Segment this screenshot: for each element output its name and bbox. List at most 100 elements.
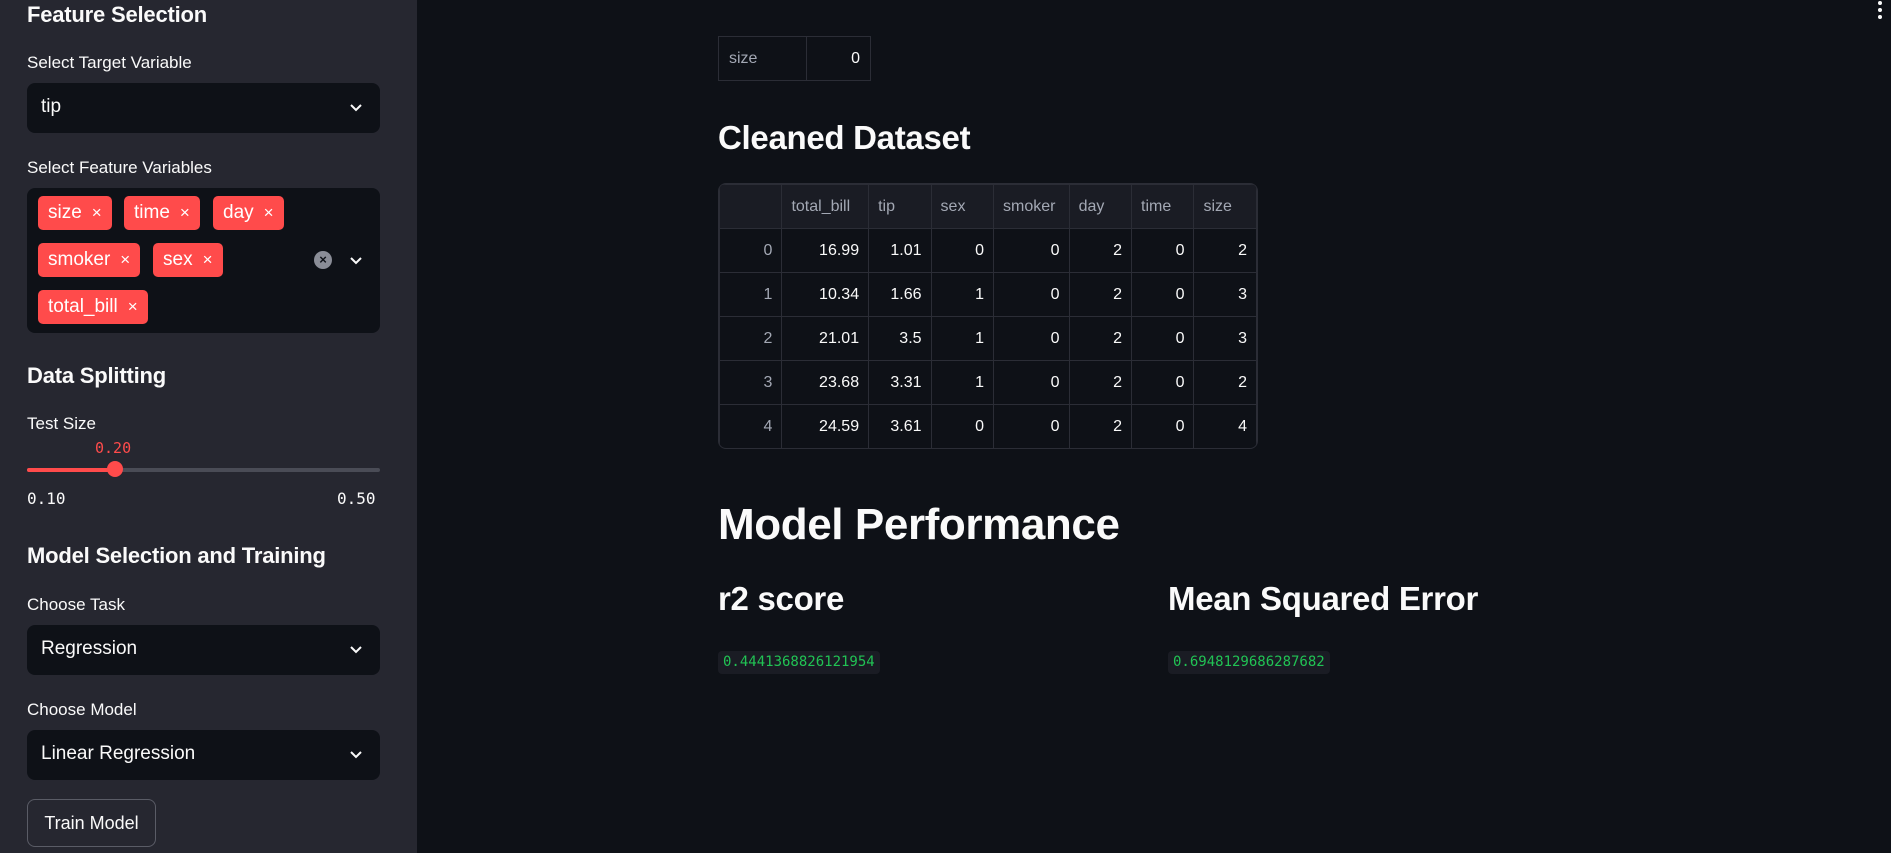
table-cell: 0 — [993, 360, 1070, 405]
table-cell: 0 — [1131, 316, 1195, 361]
table-cell: 0 — [930, 404, 995, 448]
table-cell: 0 — [1131, 272, 1195, 317]
train-model-button[interactable]: Train Model — [27, 799, 156, 847]
remove-tag-icon[interactable]: × — [120, 250, 130, 269]
table-cell: 2 — [1068, 316, 1133, 361]
clear-all-icon[interactable]: × — [314, 251, 332, 269]
table-row[interactable]: 4 24.59 3.61 0 0 2 0 4 — [719, 404, 1257, 448]
table-cell: 0 — [1131, 404, 1195, 448]
table-cell: 0 — [993, 316, 1070, 361]
slider-thumb[interactable] — [107, 461, 124, 477]
slider-max-label: 0.50 — [337, 489, 376, 508]
target-variable-value: tip — [41, 96, 62, 117]
table-cell: 2 — [1068, 228, 1133, 273]
table-index-cell: 4 — [719, 404, 783, 448]
feature-tag-sex[interactable]: sex × — [153, 243, 223, 277]
table-cell: 24.59 — [781, 404, 870, 448]
remove-tag-icon[interactable]: × — [264, 203, 274, 222]
feature-tag-label: size — [48, 202, 82, 223]
feature-tag-total-bill[interactable]: total_bill × — [38, 290, 148, 324]
choose-task-label: Choose Task — [27, 595, 125, 614]
chevron-down-icon[interactable] — [349, 747, 363, 761]
table-cell-key: size — [718, 36, 807, 81]
table-row[interactable]: 3 23.68 3.31 1 0 2 0 2 — [719, 360, 1257, 405]
table-cell: 21.01 — [781, 316, 870, 361]
table-cell: 1 — [930, 272, 995, 317]
table-row[interactable]: 1 10.34 1.66 1 0 2 0 3 — [719, 272, 1257, 317]
table-cell: 2 — [1068, 272, 1133, 317]
test-size-label: Test Size — [27, 414, 96, 433]
choose-model-label: Choose Model — [27, 700, 137, 719]
feature-selection-heading: Feature Selection — [27, 2, 207, 27]
target-variable-select[interactable]: tip — [27, 83, 380, 133]
choose-model-value: Linear Regression — [41, 743, 196, 764]
remove-tag-icon[interactable]: × — [92, 203, 102, 222]
table-cell: 0 — [993, 404, 1070, 448]
choose-task-value: Regression — [41, 638, 138, 659]
feature-variables-label: Select Feature Variables — [27, 158, 212, 177]
table-header-cell[interactable]: tip — [868, 184, 932, 229]
table-index-cell: 2 — [719, 316, 783, 361]
model-performance-heading: Model Performance — [718, 500, 1120, 549]
table-cell: 2 — [1068, 360, 1133, 405]
cleaned-dataset-heading: Cleaned Dataset — [718, 119, 971, 156]
feature-tag-label: total_bill — [48, 296, 118, 317]
chevron-down-icon[interactable] — [349, 253, 363, 267]
feature-tag-label: sex — [163, 249, 193, 270]
table-header-cell[interactable]: sex — [930, 184, 995, 229]
table-row: size 0 — [718, 36, 871, 81]
table-cell: 4 — [1193, 404, 1257, 448]
chevron-down-icon[interactable] — [349, 100, 363, 114]
table-cell: 1.01 — [868, 228, 932, 273]
slider-min-label: 0.10 — [27, 489, 66, 508]
table-header-cell[interactable]: day — [1068, 184, 1133, 229]
table-cell: 3.61 — [868, 404, 932, 448]
feature-tag-label: day — [223, 202, 254, 223]
feature-tag-time[interactable]: time × — [124, 196, 200, 230]
mse-value: 0.6948129686287682 — [1168, 651, 1330, 674]
table-cell: 1.66 — [868, 272, 932, 317]
table-row[interactable]: 2 21.01 3.5 1 0 2 0 3 — [719, 316, 1257, 361]
table-cell: 0 — [993, 228, 1070, 273]
table-header-cell[interactable]: time — [1131, 184, 1195, 229]
r2-score-heading: r2 score — [718, 580, 845, 617]
remove-tag-icon[interactable]: × — [203, 250, 213, 269]
table-cell: 0 — [993, 272, 1070, 317]
table-cell: 16.99 — [781, 228, 870, 273]
table-header-cell[interactable]: size — [1193, 184, 1257, 229]
table-cell: 3.31 — [868, 360, 932, 405]
cleaned-dataset-table: total_bill tip sex smoker day time size 0 16.99… — [719, 184, 1257, 448]
table-header-cell[interactable]: total_bill — [781, 184, 870, 229]
table-cell: 3 — [1193, 316, 1257, 361]
remove-tag-icon[interactable]: × — [180, 203, 190, 222]
choose-task-select[interactable]: Regression — [27, 625, 380, 675]
feature-tag-day[interactable]: day × — [213, 196, 284, 230]
chevron-down-icon[interactable] — [349, 642, 363, 656]
table-cell: 2 — [1193, 360, 1257, 405]
test-size-value: 0.20 — [95, 439, 132, 457]
table-header-cell[interactable]: smoker — [993, 184, 1070, 229]
table-cell: 0 — [1131, 360, 1195, 405]
table-row[interactable]: 0 16.99 1.01 0 0 2 0 2 — [719, 228, 1257, 273]
feature-variables-multiselect[interactable]: size × time × day × smoker × sex × total_bill… — [27, 188, 380, 333]
kebab-menu-icon[interactable] — [1873, 0, 1887, 22]
table-cell: 1 — [930, 316, 995, 361]
table-header-cell[interactable] — [719, 184, 783, 229]
feature-tag-size[interactable]: size × — [38, 196, 112, 230]
remove-tag-icon[interactable]: × — [128, 297, 138, 316]
r2-score-value: 0.4441368826121954 — [718, 651, 880, 674]
table-index-cell: 1 — [719, 272, 783, 317]
table-cell: 2 — [1193, 228, 1257, 273]
mse-heading: Mean Squared Error — [1168, 580, 1479, 617]
table-cell: 1 — [930, 360, 995, 405]
null-counts-table: size 0 — [718, 36, 871, 81]
cleaned-dataset-table-container[interactable]: total_bill tip sex smoker day time size 0 16.99… — [718, 183, 1258, 449]
feature-tag-smoker[interactable]: smoker × — [38, 243, 141, 277]
table-index-cell: 0 — [719, 228, 783, 273]
table-index-cell: 3 — [719, 360, 783, 405]
slider-track-fill — [27, 468, 116, 472]
data-splitting-heading: Data Splitting — [27, 363, 166, 388]
choose-model-select[interactable]: Linear Regression — [27, 730, 380, 780]
model-selection-heading: Model Selection and Training — [27, 543, 326, 568]
feature-tag-label: smoker — [48, 249, 111, 270]
